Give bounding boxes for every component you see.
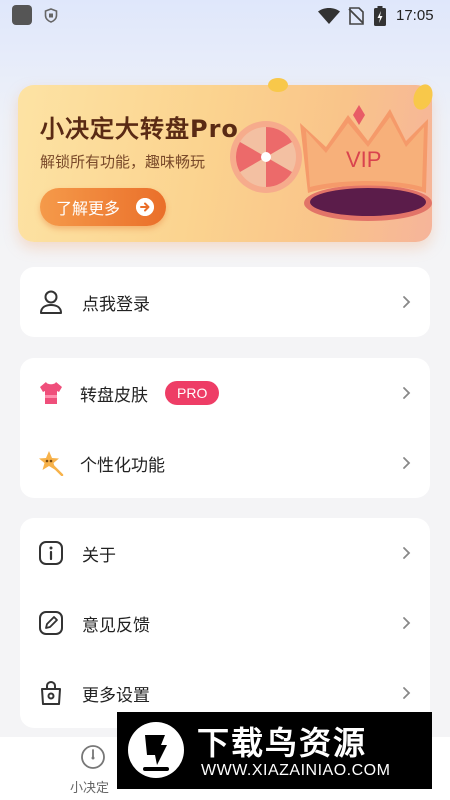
- chevron-right-icon: [403, 296, 411, 308]
- about-label: 关于: [82, 546, 116, 566]
- tab-decision-label: 小决定: [70, 781, 110, 796]
- chevron-right-icon: [403, 687, 411, 699]
- watermark-url: WWW.XIAZAINIAO.COM: [201, 762, 391, 779]
- more-settings-label: 更多设置: [82, 686, 150, 706]
- personalization-label: 个性化功能: [80, 456, 165, 476]
- shield-icon: [44, 8, 58, 23]
- vip-banner-subtitle: 解锁所有功能，趣味畅玩: [40, 153, 206, 171]
- chevron-right-icon: [403, 617, 411, 629]
- wifi-icon: [318, 8, 340, 24]
- row-skins[interactable]: 转盘皮肤 PRO: [20, 358, 430, 428]
- bird-logo-icon: [128, 722, 184, 778]
- vip-banner[interactable]: 小决定大转盘Pro 解锁所有功能，趣味畅玩 了解更多 VIP: [18, 78, 433, 242]
- learn-more-button[interactable]: 了解更多: [40, 188, 166, 226]
- app-icon: [12, 5, 32, 25]
- row-feedback[interactable]: 意见反馈: [20, 588, 430, 658]
- row-personalization[interactable]: 个性化功能: [20, 428, 430, 498]
- chevron-right-icon: [403, 387, 411, 399]
- arrow-right-icon: [136, 198, 154, 216]
- info-icon: [39, 541, 63, 565]
- row-about[interactable]: 关于: [20, 518, 430, 588]
- status-bar: 17:05: [0, 0, 450, 32]
- settings-bag-icon: [41, 680, 61, 705]
- feedback-label: 意见反馈: [82, 616, 150, 636]
- features-card: 转盘皮肤 PRO 个性化功能: [20, 358, 430, 498]
- watermark: 下载鸟资源 WWW.XIAZAINIAO.COM: [117, 712, 432, 789]
- no-signal-icon: [348, 7, 364, 25]
- account-card: 点我登录: [20, 267, 430, 337]
- learn-more-label: 了解更多: [56, 199, 121, 218]
- status-time: 17:05: [396, 7, 434, 24]
- skins-label: 转盘皮肤: [80, 386, 148, 406]
- edit-icon: [39, 611, 63, 635]
- chevron-right-icon: [403, 457, 411, 469]
- wheel-icon: [230, 121, 302, 193]
- login-label: 点我登录: [82, 295, 150, 315]
- pro-badge: PRO: [165, 381, 220, 405]
- settings-card: 关于 意见反馈 更多设置: [20, 518, 430, 728]
- watermark-text: 下载鸟资源: [197, 724, 368, 762]
- crown-icon: VIP: [300, 105, 432, 221]
- star-wand-icon: [39, 451, 64, 476]
- battery-charging-icon: [374, 6, 386, 26]
- clock-dial-icon: [81, 745, 105, 769]
- user-icon: [40, 290, 62, 314]
- vip-banner-title: 小决定大转盘Pro: [40, 115, 239, 143]
- tshirt-icon: [40, 382, 62, 404]
- login-row[interactable]: 点我登录: [20, 267, 430, 337]
- crown-vip-text: VIP: [346, 147, 381, 172]
- vip-crown-illustration: VIP: [230, 78, 433, 221]
- chevron-right-icon: [403, 547, 411, 559]
